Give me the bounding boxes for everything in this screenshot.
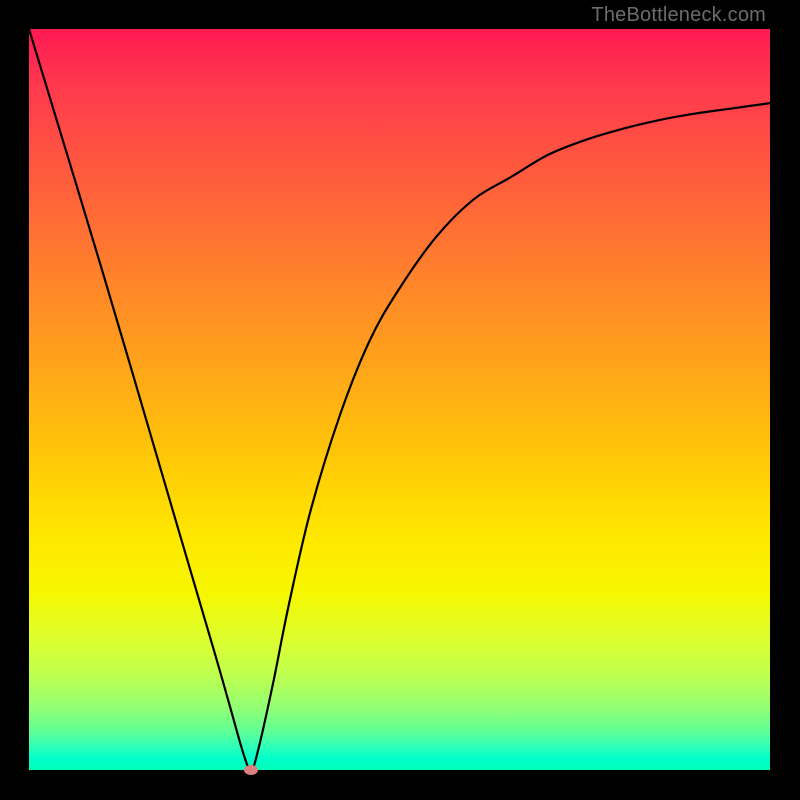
watermark-text: TheBottleneck.com xyxy=(591,4,766,27)
bottleneck-curve xyxy=(29,29,770,770)
plot-area xyxy=(29,29,770,770)
chart-frame: TheBottleneck.com xyxy=(0,0,800,800)
min-marker-dot xyxy=(244,765,258,775)
